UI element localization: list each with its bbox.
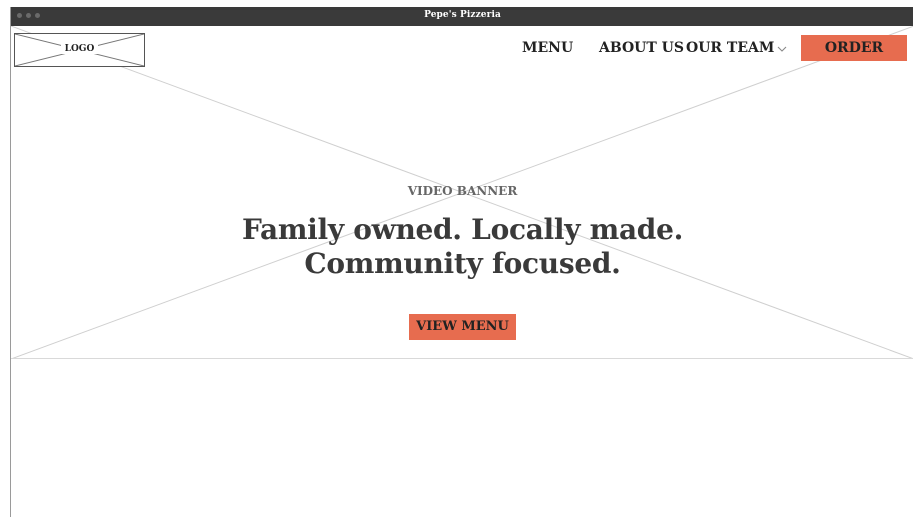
window-title: Pepe's Pizzeria [424, 10, 501, 20]
nav-link-our-team[interactable]: OUR TEAM [686, 40, 788, 56]
hero-headline-line-2: Community focused. [304, 247, 621, 280]
chevron-down-icon[interactable] [777, 40, 787, 56]
title-bar: Pepe's Pizzeria [11, 7, 913, 26]
logo-text: LOGO [15, 44, 144, 54]
nav-link-about-us[interactable]: ABOUT US [599, 40, 684, 56]
nav-link-our-team-label: OUR TEAM [686, 40, 775, 56]
video-banner-bottom-border [11, 358, 913, 359]
order-button[interactable]: ORDER [801, 35, 907, 61]
nav-link-menu[interactable]: MENU [522, 40, 574, 56]
browser-window: Pepe's Pizzeria LOGO MENU ABOUT US OUR T… [10, 7, 913, 517]
view-menu-button[interactable]: VIEW MENU [409, 314, 516, 340]
hero-headline-line-1: Family owned. Locally made. [241, 213, 684, 246]
logo-placeholder[interactable]: LOGO [14, 33, 145, 67]
video-banner-label: VIDEO BANNER [407, 184, 518, 198]
hero-headline: Family owned. Locally made. Community fo… [11, 213, 913, 281]
